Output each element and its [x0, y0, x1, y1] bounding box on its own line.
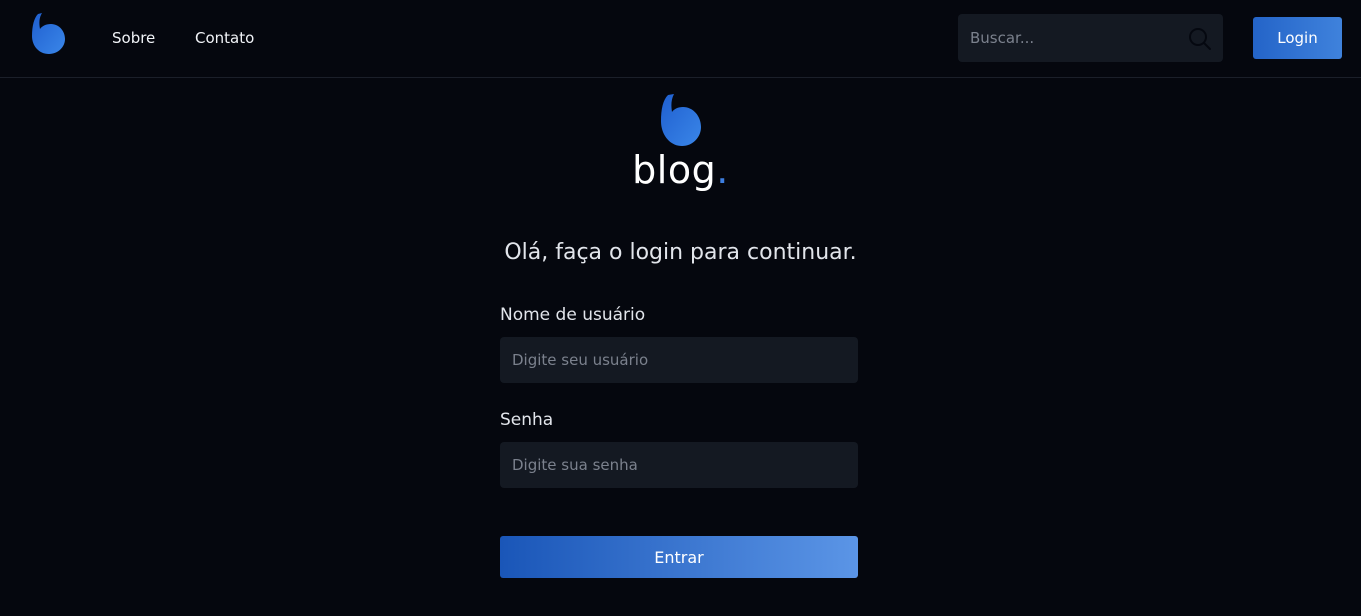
search-icon[interactable]: [1188, 27, 1212, 51]
submit-button[interactable]: Entrar: [500, 536, 858, 578]
search-input[interactable]: [958, 14, 1178, 62]
nav-link-sobre[interactable]: Sobre: [112, 28, 155, 48]
brand-block: blog.: [0, 93, 1361, 191]
username-field[interactable]: [500, 337, 858, 383]
username-label: Nome de usuário: [500, 305, 646, 325]
nav-link-contato[interactable]: Contato: [195, 28, 254, 48]
blog-logo-icon[interactable]: [30, 12, 66, 56]
blog-logo-large-icon: [660, 94, 701, 146]
brand-name: blog: [632, 148, 717, 192]
top-navbar: Sobre Contato Login: [0, 0, 1361, 78]
brand-wordmark: blog.: [0, 149, 1361, 191]
brand-dot: .: [716, 148, 729, 192]
login-heading: Olá, faça o login para continuar.: [504, 240, 857, 265]
password-label: Senha: [500, 410, 554, 430]
search-box: [958, 14, 1223, 62]
password-field[interactable]: [500, 442, 858, 488]
login-button[interactable]: Login: [1253, 17, 1342, 59]
